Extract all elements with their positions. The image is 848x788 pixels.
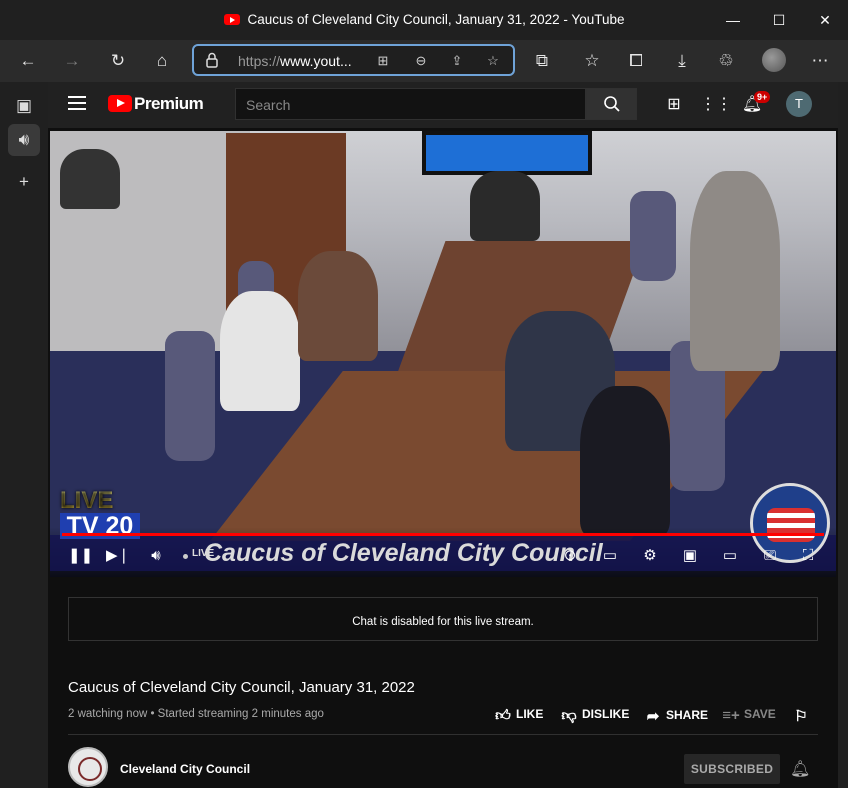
chat-disabled-message: Chat is disabled for this live stream. xyxy=(352,616,534,628)
save-label: SAVE xyxy=(744,707,776,721)
lock-icon[interactable] xyxy=(206,52,218,68)
theater-mode-icon[interactable]: ▭ xyxy=(718,544,742,568)
youtube-page: Premium Search ⊞ ⋮⋮ 🔔︎ 9+ T Caucus of Cl… xyxy=(48,82,838,788)
create-video-icon[interactable]: ⊞ xyxy=(662,93,686,117)
video-frame xyxy=(50,131,836,577)
playlist-add-icon: ≡+ xyxy=(722,707,740,724)
video-person xyxy=(220,291,300,411)
channel-bell-icon[interactable]: 🔔︎ xyxy=(790,759,810,779)
seal-flag xyxy=(767,508,815,542)
maximize-button[interactable]: ☐ xyxy=(766,8,792,32)
window-titlebar: Caucus of Cleveland City Council, Januar… xyxy=(0,0,848,40)
profile-avatar[interactable] xyxy=(762,48,786,72)
notification-badge: 9+ xyxy=(754,91,771,103)
forward-icon[interactable]: → xyxy=(58,48,86,74)
video-wall-tv xyxy=(422,131,592,175)
video-person xyxy=(298,251,378,361)
minimize-button[interactable]: — xyxy=(720,8,746,32)
video-person xyxy=(690,171,780,371)
youtube-logo-icon[interactable] xyxy=(108,95,132,112)
performance-icon[interactable]: ♲ xyxy=(712,48,740,74)
subscribe-button[interactable]: SUBSCRIBED xyxy=(684,754,780,784)
favorite-add-icon[interactable]: ☆ xyxy=(482,50,504,72)
video-person xyxy=(60,149,120,209)
video-person xyxy=(470,171,540,241)
live-chat-panel: Chat is disabled for this live stream. xyxy=(68,597,818,641)
address-bar[interactable]: https://www.yout... ⊞ ⊖ ⇪ ☆ xyxy=(192,44,515,76)
channel-name[interactable]: Cleveland City Council xyxy=(120,762,250,776)
like-label: LIKE xyxy=(516,707,544,721)
tab-actions-icon[interactable]: ▣ xyxy=(8,90,40,122)
broadcast-title: Caucus of Cleveland City Council xyxy=(204,539,603,567)
home-icon[interactable]: ⌂ xyxy=(148,48,176,74)
favorites-icon[interactable]: ☆ xyxy=(578,48,606,74)
live-indicator[interactable]: LIVE xyxy=(192,548,214,559)
video-person xyxy=(580,386,670,536)
add-icon[interactable]: + xyxy=(8,166,40,198)
share-button[interactable]: ➦ SHARE xyxy=(644,707,708,727)
volume-icon[interactable]: 🔊︎ xyxy=(144,544,168,568)
flag-icon: ⚐ xyxy=(794,708,808,725)
url-scheme: https:// xyxy=(238,53,281,69)
channel-avatar[interactable] xyxy=(68,747,108,787)
autoplay-toggle-icon[interactable]: ⊙ xyxy=(558,544,582,568)
apps-icon[interactable]: ⋮⋮ xyxy=(700,93,732,117)
divider xyxy=(68,734,818,735)
close-button[interactable]: ✕ xyxy=(812,8,838,32)
miniplayer-icon[interactable]: ▣ xyxy=(678,544,702,568)
report-button[interactable]: ⚐ xyxy=(792,707,814,727)
audio-icon[interactable]: 🔊︎ xyxy=(8,124,40,156)
video-chair xyxy=(165,331,215,461)
next-icon[interactable]: ▶❘ xyxy=(106,544,130,568)
address-text[interactable]: https://www.yout... xyxy=(238,53,352,69)
refresh-icon[interactable]: ↻ xyxy=(104,48,132,74)
vertical-tabs-sidebar: ▣ 🔊︎ + xyxy=(0,82,48,788)
video-player[interactable]: Caucus of Cleveland City Council LIVE TV… xyxy=(50,131,836,577)
menu-icon[interactable] xyxy=(68,96,86,110)
share-arrow-icon: ➦ xyxy=(646,708,660,725)
progress-bar[interactable] xyxy=(62,533,824,536)
url-host: www.yout... xyxy=(280,53,352,69)
share-icon[interactable]: ⇪ xyxy=(446,50,468,72)
thumbs-up-icon: 👍︎ xyxy=(495,707,511,724)
save-button[interactable]: ≡+ SAVE xyxy=(722,707,776,727)
browser-toolbar: ← → ↻ ⌂ https://www.yout... ⊞ ⊖ ⇪ ☆ ⧉ ☆ … xyxy=(0,40,848,82)
search-button[interactable] xyxy=(586,88,637,120)
user-avatar[interactable]: T xyxy=(786,91,812,117)
search-icon xyxy=(603,96,620,112)
youtube-premium-logo[interactable]: Premium xyxy=(134,94,204,114)
like-button[interactable]: 👍︎ LIKE xyxy=(494,707,543,727)
settings-gear-icon[interactable]: ⚙ xyxy=(638,544,662,568)
window-title-text: Caucus of Cleveland City Council, Januar… xyxy=(247,12,625,27)
app-available-icon[interactable]: ⊞ xyxy=(372,50,394,72)
page-scrollbar[interactable] xyxy=(838,82,848,788)
video-title: Caucus of Cleveland City Council, Januar… xyxy=(68,679,415,696)
zoom-icon[interactable]: ⊖ xyxy=(410,50,432,72)
subtitles-icon[interactable]: ▭ xyxy=(598,544,622,568)
video-chair xyxy=(630,191,676,281)
cast-icon[interactable]: ⎚ xyxy=(758,544,782,568)
thumbs-down-icon: 👎︎ xyxy=(561,707,577,724)
pause-icon[interactable]: ❚❚ xyxy=(68,544,93,568)
collections-icon[interactable]: ⧠ xyxy=(622,48,650,74)
progress-fill xyxy=(62,533,824,536)
back-icon[interactable]: ← xyxy=(14,48,42,74)
search-placeholder: Search xyxy=(246,97,291,113)
dislike-label: DISLIKE xyxy=(582,707,630,721)
video-meta: 2 watching now • Started streaming 2 min… xyxy=(68,708,324,720)
search-input[interactable]: Search xyxy=(235,88,586,120)
share-label: SHARE xyxy=(666,708,709,722)
downloads-icon[interactable]: ⤓ xyxy=(668,48,696,74)
extensions-icon[interactable]: ⧉ xyxy=(528,48,556,74)
logo-live-text: LIVE xyxy=(60,487,114,514)
youtube-favicon-icon xyxy=(223,14,240,25)
dislike-button[interactable]: 👎︎ DISLIKE xyxy=(560,707,629,727)
youtube-masthead: Premium Search ⊞ ⋮⋮ 🔔︎ 9+ T xyxy=(48,82,838,128)
more-icon[interactable]: ⋯ xyxy=(806,48,834,74)
fullscreen-icon[interactable]: ⛶ xyxy=(796,544,820,568)
live-dot-icon xyxy=(183,554,188,559)
